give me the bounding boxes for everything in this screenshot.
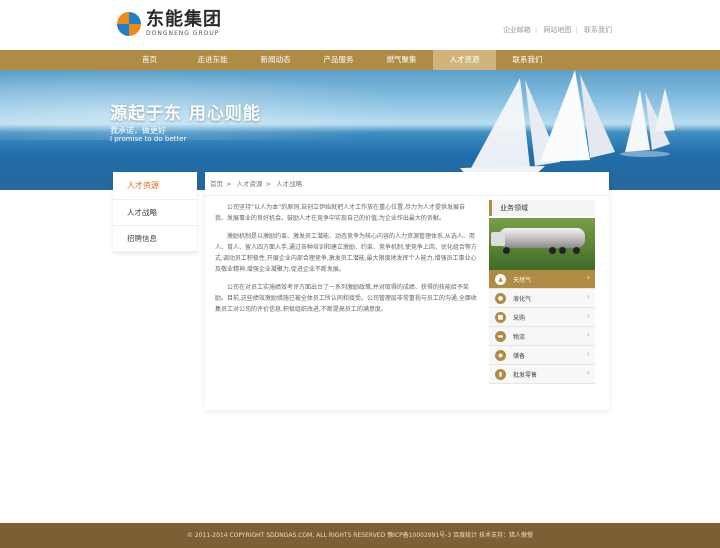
- business-item-natural-gas[interactable]: ▲ 天然气 ›: [489, 270, 595, 289]
- banner-subtitle-en: I promise to do better: [110, 135, 187, 143]
- content-area: 人才资源 人才战略 招聘信息 首页 > 人才资源 > 人才战略 公司坚持“以人为本”…: [0, 172, 720, 523]
- brand-name-en: DONGNENG GROUP: [146, 30, 220, 37]
- brand-name-cn: 东能集团: [146, 9, 222, 30]
- breadcrumb-talent[interactable]: 人才资源: [237, 180, 263, 188]
- nav-talent[interactable]: 人才资源: [433, 50, 496, 70]
- chevron-right-icon: ›: [586, 349, 590, 358]
- chevron-right-icon: ›: [586, 311, 590, 320]
- sidebar: 人才资源 人才战略 招聘信息: [113, 172, 197, 252]
- breadcrumb-current: 人才战略: [276, 180, 303, 188]
- top-link-sitemap[interactable]: 网站地图: [543, 26, 571, 34]
- top-links: 企业邮箱 | 网站地图 | 联系我们: [502, 26, 612, 34]
- cart-icon: ■: [495, 311, 506, 323]
- nav-products[interactable]: 产品服务: [307, 50, 370, 70]
- logo[interactable]: 东能集团 DONGNENG GROUP: [117, 11, 222, 37]
- site-footer: © 2011-2014 COPYRIGHT SDDNGAS.COM, ALL R…: [0, 523, 720, 548]
- truck-icon: ▬: [495, 330, 506, 342]
- banner-title: 源起于东 用心则能: [110, 104, 261, 124]
- business-item-lpg[interactable]: ● 液化气 ›: [489, 289, 595, 308]
- nav-gas[interactable]: 燃气聚集: [370, 50, 433, 70]
- main-panel: 首页 > 人才资源 > 人才战略 公司坚持“以人为本”的原则,自创立伊始就把人才工作…: [205, 172, 609, 410]
- chevron-right-icon: ›: [586, 292, 590, 301]
- tank-icon: ◆: [495, 349, 506, 361]
- business-item-logistics[interactable]: ▬ 物流 ›: [489, 327, 595, 346]
- nav-home[interactable]: 首页: [118, 50, 181, 70]
- sidebar-item-recruitment[interactable]: 招聘信息: [113, 226, 197, 252]
- chevron-right-icon: ›: [586, 273, 590, 282]
- article-paragraph: 公司坚持“以人为本”的原则,自创立伊始就把人才工作放在重心位置,尽力为人才提供发…: [215, 204, 466, 222]
- tanker-truck-image: [489, 218, 595, 270]
- main-nav: 首页 走进东能 新闻动态 产品服务 燃气聚集 人才资源 联系我们: [0, 50, 720, 70]
- nav-about[interactable]: 走进东能: [181, 50, 244, 70]
- sidebar-item-strategy[interactable]: 人才战略: [113, 200, 197, 226]
- top-link-mail[interactable]: 企业邮箱: [503, 26, 531, 34]
- breadcrumb-home[interactable]: 首页: [210, 180, 223, 188]
- article-paragraph: 激励机制是以激励约束、激发员工潜能、动态竞争为核心内容的人力资源管理体系,从选人…: [215, 233, 477, 273]
- flame-icon: ▲: [495, 273, 506, 285]
- article-body: 公司坚持“以人为本”的原则,自创立伊始就把人才工作放在重心位置,尽力为人才提供发…: [215, 202, 477, 322]
- business-item-storage[interactable]: ◆ 储备 ›: [489, 346, 595, 365]
- business-panel: 业务领域 ▲ 天然气 › ● 液化气 › ■ 采购 › ▬ 物流 › ◆ 储备 …: [489, 200, 595, 384]
- chevron-right-icon: ›: [586, 368, 590, 377]
- logo-mark-icon: [117, 12, 141, 36]
- chevron-right-icon: ›: [586, 330, 590, 339]
- cylinder-icon: ▮: [495, 368, 506, 380]
- sidebar-title: 人才资源: [113, 172, 197, 200]
- business-panel-title: 业务领域: [489, 200, 595, 216]
- top-link-contact[interactable]: 联系我们: [584, 26, 612, 34]
- breadcrumb: 首页 > 人才资源 > 人才战略: [205, 172, 609, 196]
- nav-contact[interactable]: 联系我们: [496, 50, 559, 70]
- business-item-retail[interactable]: ▮ 批发零售 ›: [489, 365, 595, 384]
- site-header: 东能集团 DONGNENG GROUP 企业邮箱 | 网站地图 | 联系我们: [0, 0, 720, 50]
- business-item-purchase[interactable]: ■ 采购 ›: [489, 308, 595, 327]
- gas-icon: ●: [495, 292, 506, 304]
- article-paragraph: 公司在对员工实施绩效考评方面出台了一系列激励政策,并对取得的成绩、获得的技能给予…: [215, 284, 477, 313]
- nav-news[interactable]: 新闻动态: [244, 50, 307, 70]
